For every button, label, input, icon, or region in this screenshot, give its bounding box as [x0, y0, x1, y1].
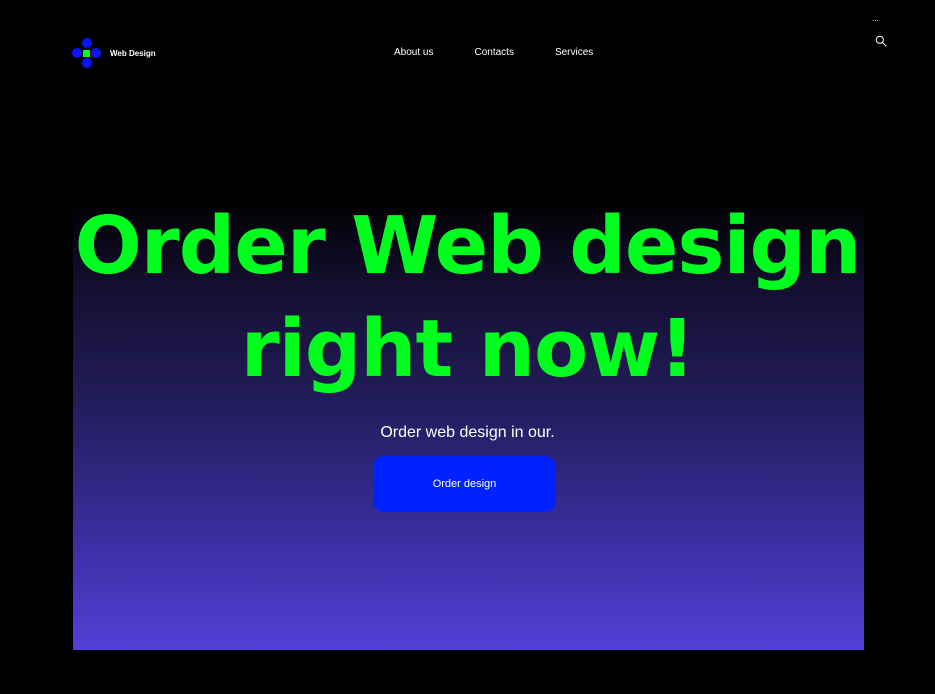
landing-page: Web Design About us Contacts Services ..… [0, 0, 935, 694]
logo-center-square [83, 49, 90, 57]
logo-text: Web Design [110, 48, 156, 58]
nav-link-services[interactable]: Services [555, 47, 593, 58]
site-header: Web Design About us Contacts Services ..… [0, 0, 935, 100]
hero-subtitle: Order web design in our. [380, 424, 555, 441]
hero-headline-line1: Order Web design [74, 200, 862, 292]
logo[interactable]: Web Design [72, 38, 156, 68]
order-design-button[interactable]: Order design [373, 456, 556, 512]
more-icon[interactable]: ... [872, 14, 879, 23]
logo-dot [72, 48, 82, 58]
nav-link-about-us[interactable]: About us [394, 47, 433, 58]
main-nav: About us Contacts Services [394, 47, 593, 58]
hero-headline-line2: right now! [240, 303, 696, 395]
flower-dots-icon [72, 38, 101, 68]
logo-dot [81, 38, 92, 48]
logo-dot [81, 58, 92, 68]
hero-headline: Order Web design right now! [0, 195, 935, 401]
logo-dot [91, 48, 101, 58]
search-icon[interactable] [875, 35, 887, 47]
nav-link-contacts[interactable]: Contacts [474, 47, 513, 58]
